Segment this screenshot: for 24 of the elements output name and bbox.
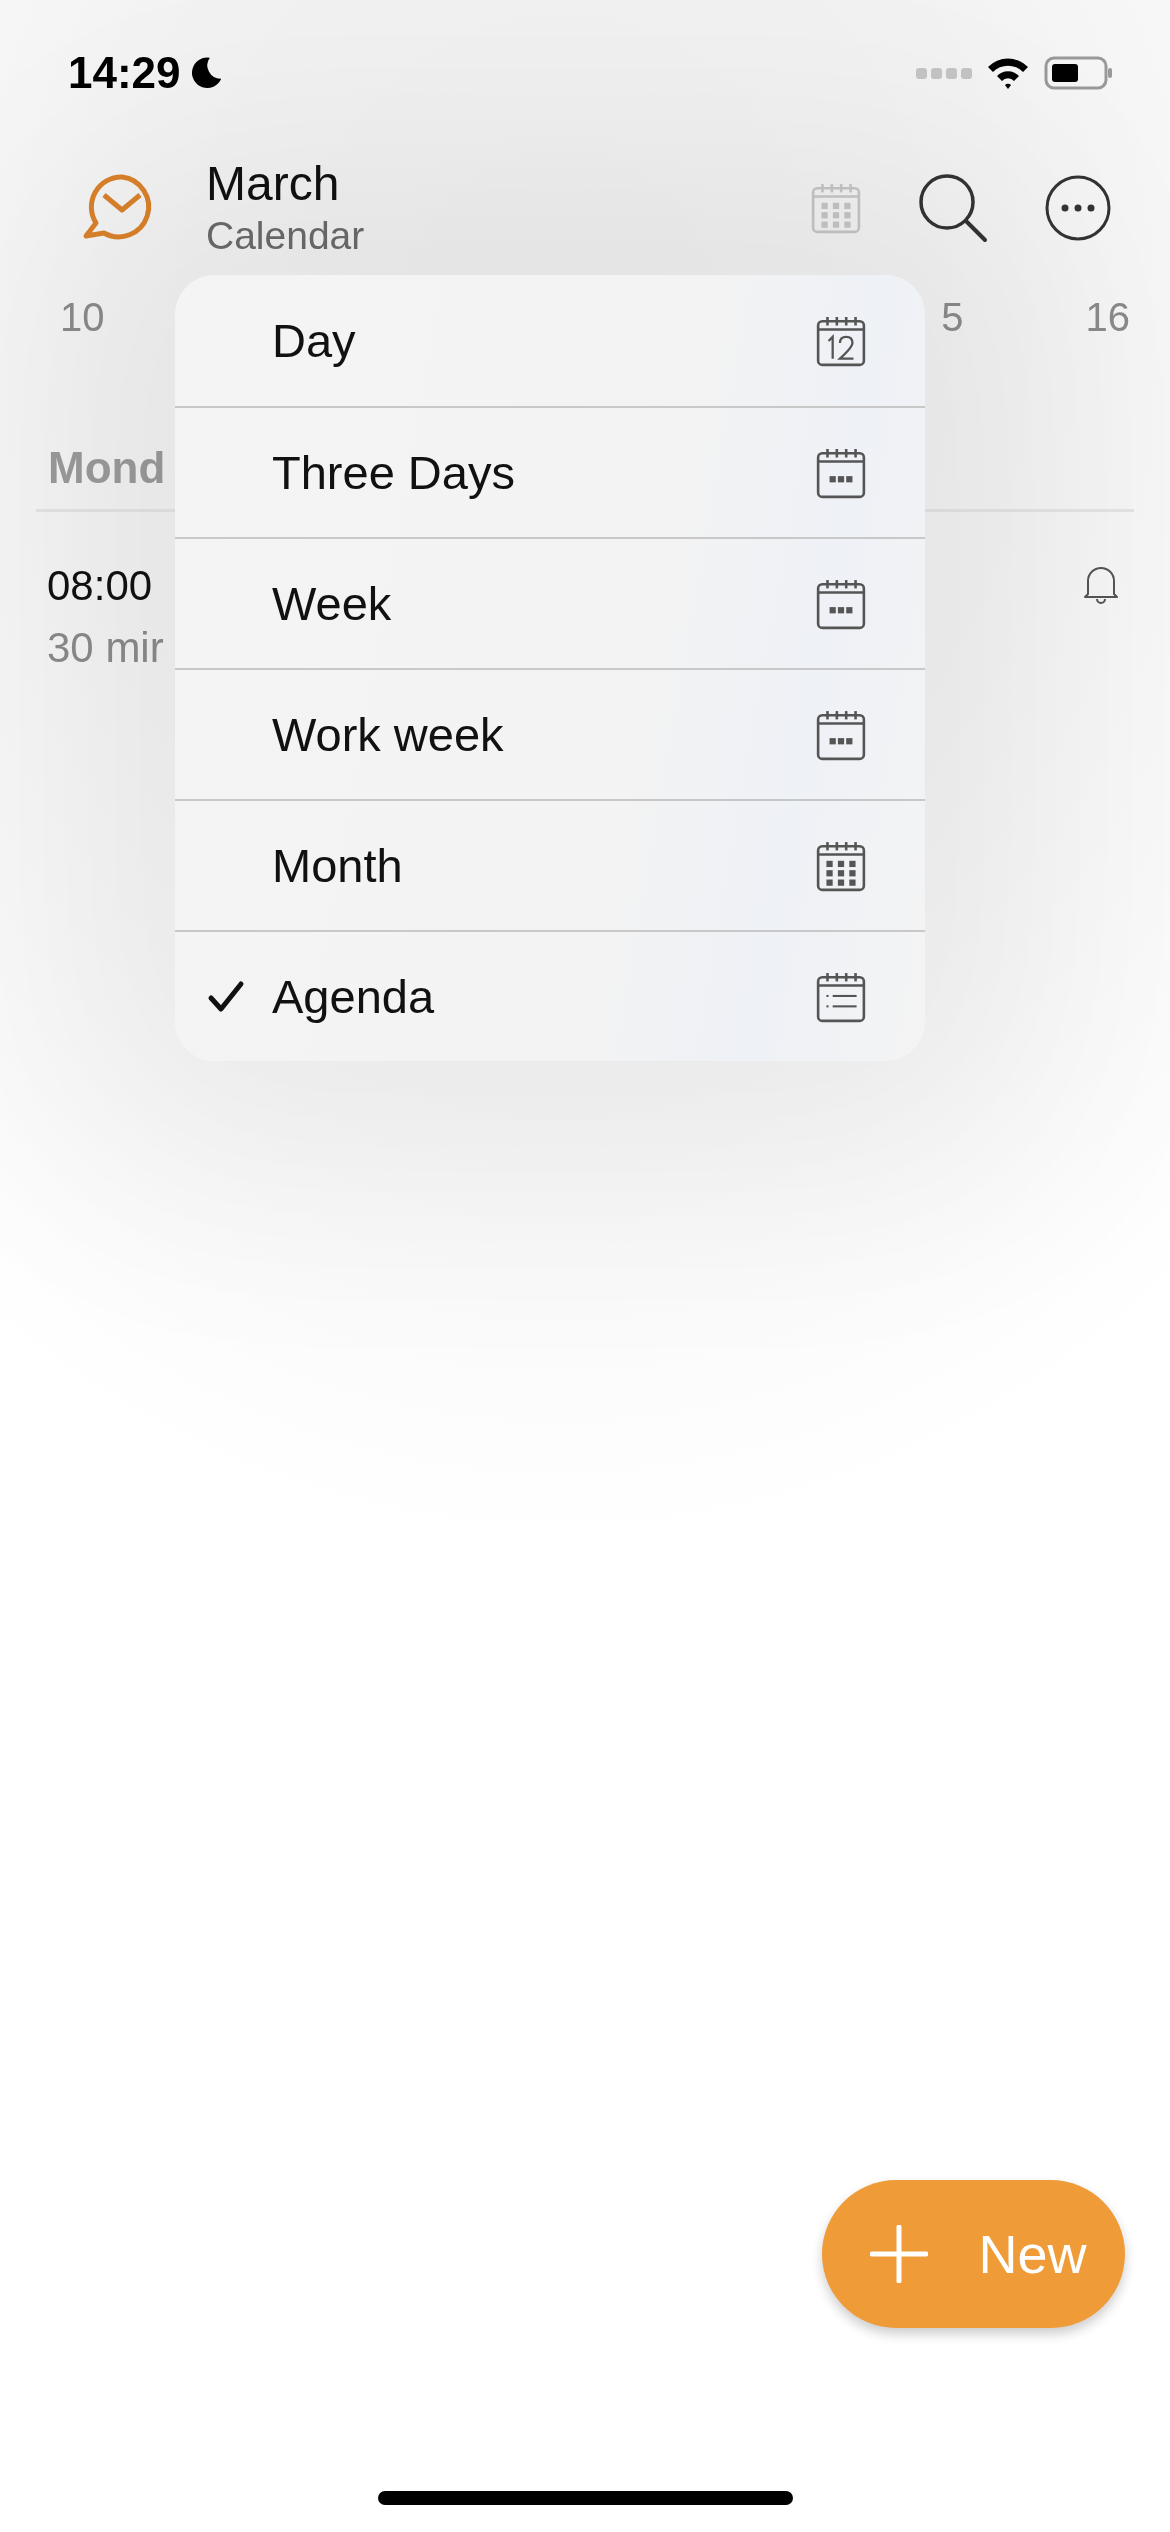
menu-item[interactable]: Week (175, 537, 925, 668)
calendar-icon (815, 839, 867, 892)
menu-item[interactable]: Day (175, 275, 925, 406)
event-duration: 30 mir (47, 624, 164, 672)
signal-icon (916, 65, 972, 80)
calendar-icon (815, 970, 867, 1023)
calendar-icon (815, 446, 867, 499)
month-title: March (206, 155, 341, 212)
status-time: 14:29 (68, 47, 181, 98)
menu-item[interactable]: Three Days (175, 406, 925, 537)
plus-icon (870, 2225, 929, 2283)
event-time: 08:00 (47, 562, 154, 610)
battery-icon (1044, 54, 1114, 91)
menu-item[interactable]: Work week (175, 668, 925, 799)
calendar-icon (815, 314, 867, 367)
search-icon[interactable] (917, 171, 989, 244)
day-heading: Mond (48, 443, 166, 492)
more-icon[interactable] (1044, 173, 1112, 242)
calendar-subtitle: Calendar (206, 212, 366, 259)
calendar-icon (810, 181, 862, 234)
menu-item[interactable]: Agenda (175, 930, 925, 1061)
calendar-icon (815, 708, 867, 761)
menu-item[interactable]: Month (175, 799, 925, 930)
calendar-icon (815, 577, 867, 630)
